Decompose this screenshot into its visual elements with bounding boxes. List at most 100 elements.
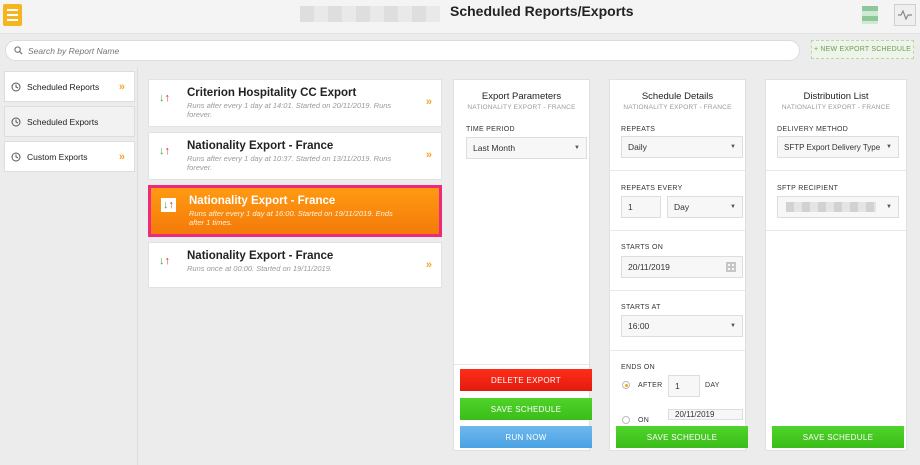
divider	[454, 364, 589, 365]
ends-after-input[interactable]: 1	[668, 375, 700, 397]
starts-on-date-input[interactable]: 20/11/2019	[621, 256, 743, 278]
divider	[766, 170, 906, 171]
ends-on-radio[interactable]	[622, 416, 630, 424]
caret-down-icon: ▼	[730, 204, 736, 210]
list-item[interactable]: ↓↑ Nationality Export - France Runs afte…	[148, 132, 442, 180]
repeats-every-value: 1	[628, 202, 633, 212]
clock-icon	[11, 82, 21, 92]
repeats-every-unit-select[interactable]: Day ▼	[667, 196, 743, 218]
activity-icon[interactable]	[894, 4, 916, 26]
repeats-label: REPEATS	[621, 126, 656, 133]
panel-subtitle: NATIONALITY EXPORT - FRANCE	[781, 104, 891, 111]
delete-export-button[interactable]: DELETE EXPORT	[460, 369, 592, 391]
repeats-every-input[interactable]: 1	[621, 196, 661, 218]
delivery-method-value: SFTP Export Delivery Type	[784, 142, 881, 152]
sidebar-item-label: Scheduled Reports	[27, 81, 100, 92]
calendar-icon[interactable]	[726, 262, 736, 272]
panel-title: Schedule Details	[641, 91, 714, 102]
ends-on-label: ENDS ON	[621, 364, 655, 371]
delivery-method-label: DELIVERY METHOD	[777, 126, 849, 133]
time-period-label: TIME PERIOD	[466, 126, 515, 133]
divider	[610, 290, 745, 291]
sidebar: Scheduled Reports » Scheduled Exports Cu…	[4, 71, 135, 176]
caret-down-icon: ▼	[730, 144, 736, 150]
export-name: Nationality Export - France	[187, 140, 334, 152]
schedule-details-panel: Schedule Details NATIONALITY EXPORT - FR…	[609, 79, 748, 451]
repeats-every-label: REPEATS EVERY	[621, 185, 683, 192]
caret-down-icon: ▼	[886, 144, 892, 150]
repeats-every-unit: Day	[674, 202, 690, 212]
divider	[766, 230, 906, 231]
distribution-list-panel: Distribution List NATIONALITY EXPORT - F…	[765, 79, 907, 451]
menu-icon[interactable]	[3, 4, 22, 26]
avatar[interactable]	[862, 6, 878, 24]
save-schedule-button[interactable]: SAVE SCHEDULE	[772, 426, 904, 448]
sftp-recipient-label: SFTP RECIPIENT	[777, 185, 839, 192]
transfer-arrows-icon: ↓↑	[159, 92, 170, 104]
repeats-select[interactable]: Daily ▼	[621, 136, 743, 158]
top-bar: Scheduled Reports/Exports	[0, 0, 920, 34]
day-label: DAY	[705, 382, 720, 389]
sidebar-item-label: Scheduled Exports	[27, 116, 99, 127]
panel-title: Export Parameters	[481, 91, 562, 102]
caret-down-icon: ▼	[574, 145, 580, 151]
after-label: AFTER	[638, 382, 663, 389]
sidebar-item-scheduled-reports[interactable]: Scheduled Reports »	[4, 71, 135, 102]
export-list: ↓↑ Criterion Hospitality CC Export Runs …	[148, 79, 442, 293]
ends-after-value: 1	[675, 381, 680, 391]
clock-icon	[11, 152, 21, 162]
divider	[610, 350, 745, 351]
save-schedule-button[interactable]: SAVE SCHEDULE	[616, 426, 748, 448]
chevron-right-icon: »	[425, 259, 432, 271]
divider	[610, 170, 745, 171]
divider	[137, 68, 138, 465]
chevron-right-icon: »	[425, 149, 432, 161]
sidebar-item-scheduled-exports[interactable]: Scheduled Exports	[4, 106, 135, 137]
search-input[interactable]	[28, 45, 768, 56]
redacted-value	[786, 202, 876, 212]
starts-at-select[interactable]: 16:00 ▼	[621, 315, 743, 337]
repeats-value: Daily	[628, 142, 647, 152]
time-period-select[interactable]: Last Month ▼	[466, 137, 587, 159]
list-item[interactable]: ↓↑ Nationality Export - France Runs once…	[148, 242, 442, 288]
run-now-button[interactable]: RUN NOW	[460, 426, 592, 448]
export-parameters-panel: Export Parameters NATIONALITY EXPORT - F…	[453, 79, 592, 451]
starts-on-label: STARTS ON	[621, 244, 664, 251]
new-export-schedule-button[interactable]: + NEW EXPORT SCHEDULE	[811, 40, 914, 59]
ends-on-value: 20/11/2019	[675, 410, 715, 419]
sidebar-item-custom-exports[interactable]: Custom Exports »	[4, 141, 135, 172]
sftp-recipient-select[interactable]: ▼	[777, 196, 899, 218]
panel-title: Distribution List	[803, 91, 869, 102]
list-item[interactable]: ↓↑ Criterion Hospitality CC Export Runs …	[148, 79, 442, 127]
chevron-right-icon: »	[425, 96, 432, 108]
caret-down-icon: ▼	[886, 204, 892, 210]
ends-on-date-input[interactable]: 20/11/2019	[668, 409, 743, 420]
export-name: Nationality Export - France	[189, 195, 336, 207]
export-name: Criterion Hospitality CC Export	[187, 87, 357, 99]
starts-at-value: 16:00	[628, 321, 650, 331]
search-bar	[5, 40, 800, 61]
panel-subtitle: NATIONALITY EXPORT - FRANCE	[467, 104, 576, 111]
export-name: Nationality Export - France	[187, 250, 334, 262]
starts-at-label: STARTS AT	[621, 304, 661, 311]
time-period-value: Last Month	[473, 143, 516, 153]
sidebar-item-label: Custom Exports	[27, 151, 88, 162]
delivery-method-select[interactable]: SFTP Export Delivery Type ▼	[777, 136, 899, 158]
export-description: Runs after every 1 day at 14:01. Started…	[187, 101, 392, 119]
export-description: Runs after every 1 day at 10:37. Started…	[187, 154, 392, 172]
list-item-selected[interactable]: ↓↑ Nationality Export - France Runs afte…	[148, 185, 442, 237]
panel-subtitle: NATIONALITY EXPORT - FRANCE	[623, 104, 732, 111]
save-schedule-button[interactable]: SAVE SCHEDULE	[460, 398, 592, 420]
chevron-right-icon: »	[118, 150, 125, 163]
chevron-right-icon: »	[118, 80, 125, 93]
search-icon	[14, 46, 23, 55]
transfer-arrows-icon: ↓↑	[161, 198, 176, 212]
ends-after-radio[interactable]	[622, 381, 630, 389]
transfer-arrows-icon: ↓↑	[159, 145, 170, 157]
export-description: Runs after every 1 day at 16:00. Started…	[189, 209, 393, 227]
transfer-arrows-icon: ↓↑	[159, 255, 170, 267]
on-label: ON	[638, 417, 650, 424]
redacted-text	[300, 6, 440, 22]
export-description: Runs once at 00:00. Started on 19/11/201…	[187, 264, 332, 273]
caret-down-icon: ▼	[730, 323, 736, 329]
